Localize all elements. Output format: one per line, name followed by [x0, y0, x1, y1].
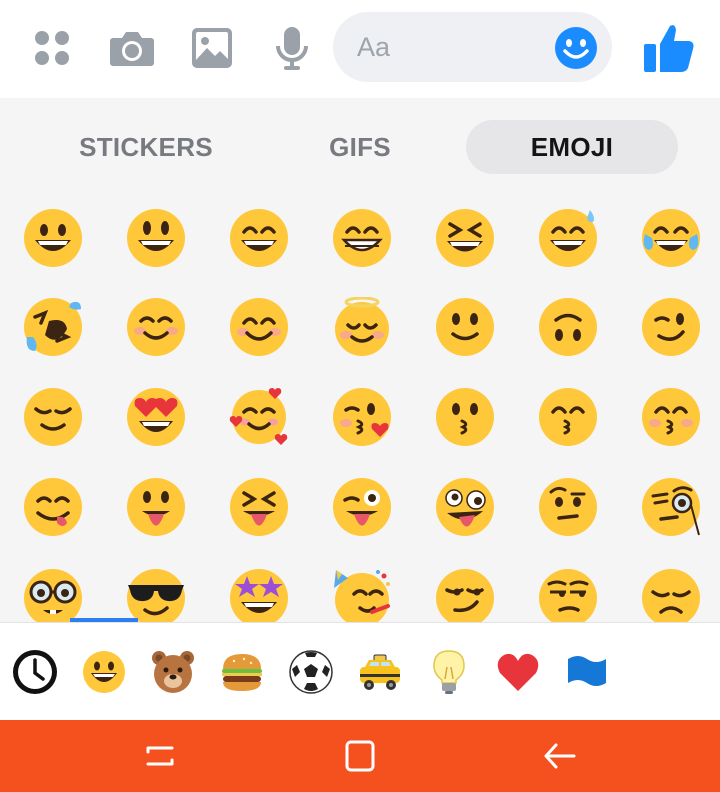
flag-icon[interactable]	[564, 649, 610, 695]
emoji-grinning-sweat[interactable]	[538, 208, 598, 268]
emoji-face-with-monocle[interactable]	[641, 477, 701, 537]
emoji-partying-face[interactable]	[332, 568, 392, 622]
burger-food-icon[interactable]	[219, 649, 265, 695]
emoji-heart-eyes[interactable]	[126, 387, 186, 447]
message-input-placeholder: Aa	[357, 32, 391, 62]
emoji-upside-down-face[interactable]	[538, 297, 598, 357]
emoji-smiling-hearts[interactable]	[229, 387, 289, 447]
emoji-grinning-face[interactable]	[23, 208, 83, 268]
tab-gifs[interactable]: GIFS	[254, 120, 466, 174]
emoji-icon[interactable]	[554, 26, 598, 70]
media-tabs: STICKERS GIFS EMOJI	[0, 98, 720, 194]
smileys-icon[interactable]	[81, 649, 127, 695]
emoji-grinning-smiling-eyes[interactable]	[229, 208, 289, 268]
message-composer: Aa	[0, 0, 720, 98]
camera-icon[interactable]	[106, 22, 158, 74]
emoji-star-struck[interactable]	[229, 568, 289, 622]
heart-symbols-icon[interactable]	[495, 649, 541, 695]
emoji-squinting-tongue[interactable]	[229, 477, 289, 537]
emoji-slightly-smiling-face[interactable]	[435, 297, 495, 357]
tab-emoji[interactable]: EMOJI	[466, 120, 678, 174]
soccer-ball-icon[interactable]	[288, 649, 334, 695]
home-icon[interactable]	[340, 736, 380, 776]
emoji-nerd-face[interactable]	[23, 568, 83, 622]
emoji-unamused-face[interactable]	[538, 568, 598, 622]
emoji-grinning-face-big-eyes[interactable]	[126, 208, 186, 268]
emoji-raised-eyebrow[interactable]	[538, 477, 598, 537]
tab-stickers[interactable]: STICKERS	[40, 120, 252, 174]
emoji-face-savoring-food[interactable]	[23, 477, 83, 537]
emoji-grid	[0, 194, 720, 622]
taxi-travel-icon[interactable]	[357, 649, 403, 695]
emoji-relieved-face[interactable]	[23, 387, 83, 447]
recents-icon[interactable]	[140, 736, 180, 776]
light-bulb-objects-icon[interactable]	[426, 649, 472, 695]
emoji-face-with-tongue[interactable]	[126, 477, 186, 537]
emoji-winking-tongue[interactable]	[332, 477, 392, 537]
emoji-grinning-squinting-face[interactable]	[435, 208, 495, 268]
emoji-kissing-face[interactable]	[435, 387, 495, 447]
like-thumb-icon[interactable]	[641, 20, 697, 76]
bear-animals-icon[interactable]	[150, 649, 196, 695]
emoji-rolling-on-floor-laughing[interactable]	[23, 297, 83, 357]
emoji-zany-face[interactable]	[435, 477, 495, 537]
emoji-face-blowing-kiss[interactable]	[332, 387, 392, 447]
gallery-icon[interactable]	[186, 22, 238, 74]
emoji-disappointed-face[interactable]	[641, 568, 701, 622]
emoji-tears-of-joy[interactable]	[641, 208, 701, 268]
system-navigation-bar	[0, 720, 720, 792]
emoji-kissing-closed-eyes[interactable]	[641, 387, 701, 447]
emoji-smirking-face[interactable]	[435, 568, 495, 622]
emoji-smiling-eyes[interactable]	[229, 297, 289, 357]
recent-clock-icon[interactable]	[12, 649, 58, 695]
microphone-icon[interactable]	[266, 22, 318, 74]
emoji-smiling-sunglasses[interactable]	[126, 568, 186, 622]
emoji-smiling-face[interactable]	[126, 297, 186, 357]
back-icon[interactable]	[540, 736, 580, 776]
emoji-smiling-halo[interactable]	[332, 297, 392, 357]
emoji-kissing-smiling-eyes[interactable]	[538, 387, 598, 447]
emoji-beaming-face[interactable]	[332, 208, 392, 268]
menu-dots-icon[interactable]	[26, 22, 78, 74]
emoji-category-bar	[0, 622, 720, 720]
emoji-winking-face[interactable]	[641, 297, 701, 357]
